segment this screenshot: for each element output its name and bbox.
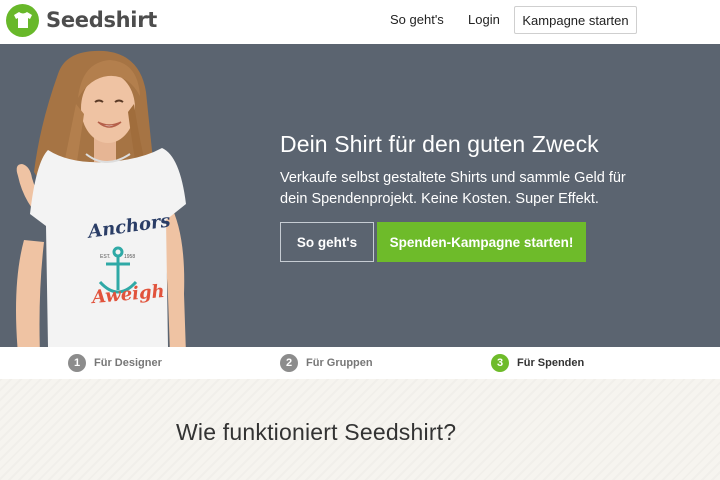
logo-text: Seedshirt bbox=[46, 8, 157, 32]
step-label: Für Gruppen bbox=[306, 357, 373, 369]
site-header: Seedshirt So geht's Login Kampagne start… bbox=[0, 0, 720, 44]
shirt-print-est-right: 1958 bbox=[124, 254, 136, 260]
how-it-works-button[interactable]: So geht's bbox=[280, 222, 374, 262]
shirt-icon bbox=[6, 3, 39, 37]
hero-subtitle: Verkaufe selbst gestaltete Shirts und sa… bbox=[280, 170, 626, 207]
step-label: Für Designer bbox=[94, 357, 162, 369]
step-for-groups[interactable]: 2 Für Gruppen bbox=[280, 354, 373, 372]
step-number: 3 bbox=[491, 354, 509, 372]
hero-title: Dein Shirt für den guten Zweck bbox=[280, 131, 599, 157]
step-number: 2 bbox=[280, 354, 298, 372]
section-title: Wie funktioniert Seedshirt? bbox=[176, 419, 457, 445]
nav-so-gehts-link[interactable]: So geht's bbox=[390, 12, 444, 27]
step-number: 1 bbox=[68, 354, 86, 372]
step-for-designers[interactable]: 1 Für Designer bbox=[68, 354, 162, 372]
step-for-donations[interactable]: 3 Für Spenden bbox=[491, 354, 584, 372]
start-campaign-button[interactable]: Kampagne starten bbox=[514, 6, 637, 34]
step-label: Für Spenden bbox=[517, 357, 585, 369]
audience-steps: 1 Für Designer 2 Für Gruppen 3 Für Spend… bbox=[0, 347, 720, 379]
how-it-works-section: Wie funktioniert Seedshirt? bbox=[0, 379, 720, 480]
logo[interactable]: Seedshirt bbox=[6, 3, 157, 37]
hero-banner: Anchors EST. 1958 Aweigh Dein Shirt für … bbox=[0, 44, 720, 347]
shirt-print-est-left: EST. bbox=[100, 254, 111, 260]
nav-login-link[interactable]: Login bbox=[468, 12, 500, 27]
start-donation-campaign-button[interactable]: Spenden-Kampagne starten! bbox=[377, 222, 586, 262]
